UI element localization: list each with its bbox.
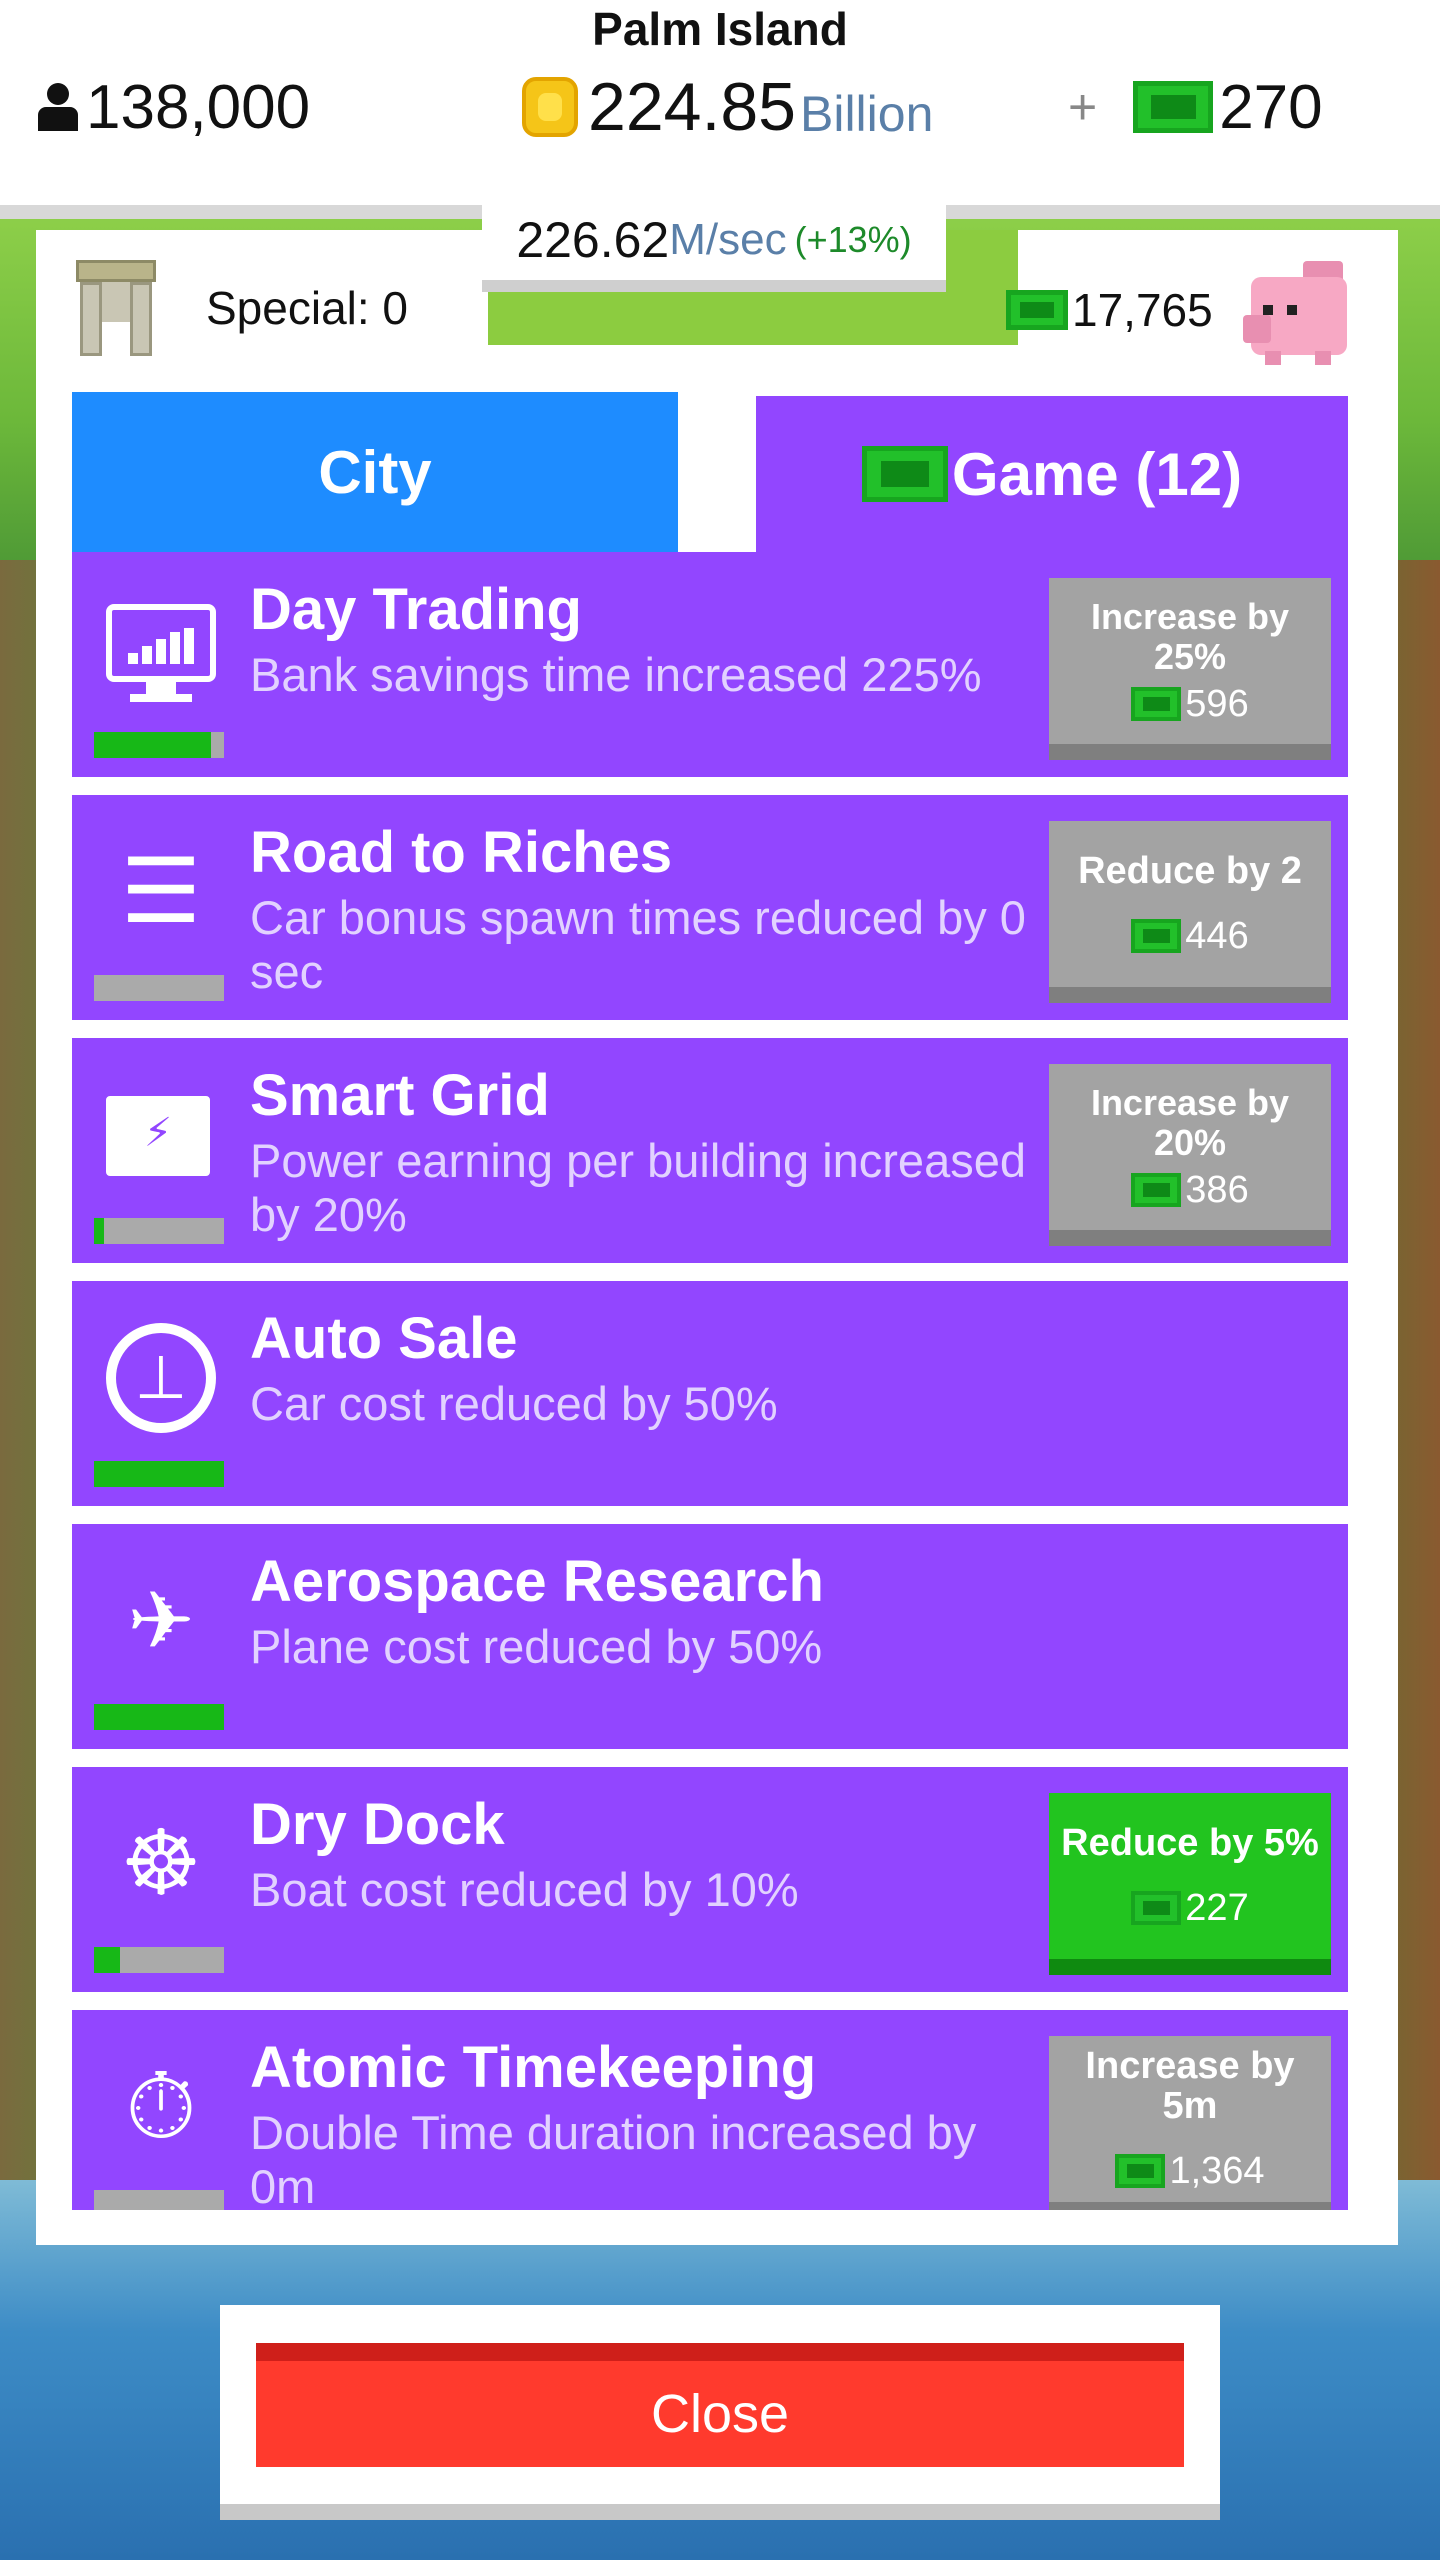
cash-value: 270	[1219, 72, 1323, 142]
tab-city-label: City	[318, 438, 432, 506]
coin-stack-icon: ☰	[120, 839, 202, 944]
price-bill-icon	[1131, 687, 1182, 721]
island-name: Palm Island	[592, 3, 848, 55]
upgrade-description: Car cost reduced by 50%	[250, 1377, 778, 1430]
bank-amount: 17,765	[1072, 284, 1213, 336]
battery-icon	[106, 1080, 216, 1190]
coin-icon	[522, 77, 578, 137]
add-cash-button[interactable]: +	[1068, 78, 1097, 136]
upgrade-name: Auto Sale	[250, 1306, 518, 1371]
upgrade-buy-button[interactable]: Reduce by 5% 227	[1049, 1793, 1331, 1975]
upgrade-progress-fill	[94, 1218, 105, 1244]
upgrade-description: Plane cost reduced by 50%	[250, 1620, 823, 1673]
upgrade-description: Boat cost reduced by 10%	[250, 1863, 799, 1916]
special-counter: Special: 0	[76, 248, 408, 368]
upgrade-buy-button[interactable]: Increase by 25% 596	[1049, 578, 1331, 760]
rate-value: 226.62	[516, 212, 670, 268]
price-bill-icon	[1115, 2154, 1166, 2188]
upgrade-progress-fill	[94, 732, 211, 758]
price-bill-icon	[1131, 1173, 1182, 1207]
upgrade-progress-bar	[94, 732, 224, 758]
upgrade-name: Dry Dock	[250, 1792, 505, 1857]
upgrade-price-value: 596	[1185, 682, 1249, 725]
upgrade-progress-bar	[94, 1704, 224, 1730]
upgrade-row: Day Trading Bank savings time increased 2…	[72, 552, 1348, 777]
rate-unit: M/sec	[669, 215, 787, 264]
plane-dial-icon: ✈	[127, 1574, 195, 1667]
upgrade-price-value: 446	[1185, 914, 1249, 957]
price-bill-icon	[1131, 1891, 1182, 1925]
tab-game-bill-icon	[861, 446, 948, 502]
upgrade-progress-bar	[94, 1461, 224, 1487]
coins-value: 224.85	[588, 69, 796, 145]
rate-bonus: (+13%)	[794, 219, 912, 260]
tab-game[interactable]: Game (12)	[756, 396, 1348, 552]
upgrade-price: 1,364	[1115, 2149, 1265, 2193]
top-hud: Palm Island 138,000 224.85 Billion + 270	[0, 0, 1440, 205]
coins-unit: Billion	[799, 86, 934, 142]
close-label: Close	[650, 2384, 790, 2444]
upgrade-description: Double Time duration increased by 0m	[250, 2106, 977, 2210]
upgrade-row: ☰ Road to Riches Car bonus spawn times red…	[72, 795, 1348, 1020]
bank-bill-icon	[1006, 290, 1068, 330]
steering-wheel-icon: ⊥	[106, 1323, 216, 1433]
upgrade-buy-button[interactable]: Increase by 20% 386	[1049, 1064, 1331, 1246]
upgrade-progress-fill	[94, 1947, 120, 1973]
special-label: Special: 0	[206, 282, 409, 334]
upgrade-name: Atomic Timekeeping	[250, 2035, 817, 2100]
upgrade-progress-bar	[94, 1947, 224, 1973]
upgrade-progress-fill	[94, 1704, 224, 1730]
upgrade-description: Car bonus spawn times reduced by 0 sec	[250, 891, 1026, 998]
population-value: 138,000	[86, 72, 311, 142]
piggy-bank-icon[interactable]	[1242, 255, 1353, 365]
price-bill-icon	[1131, 919, 1182, 953]
piggy-bank[interactable]: 17,765	[1006, 255, 1353, 365]
tab-game-label: Game (12)	[951, 440, 1243, 508]
upgrade-price-value: 227	[1185, 1886, 1249, 1929]
close-footer: Close	[220, 2305, 1220, 2520]
upgrade-row: ✈ Aerospace Research Plane cost reduced by…	[72, 1524, 1348, 1749]
monument-icon	[76, 260, 156, 356]
upgrade-button-label: Increase by 5m	[1085, 2044, 1295, 2127]
upgrade-row: ⊥ Auto Sale Car cost reduced by 50%	[72, 1281, 1348, 1506]
upgrade-price: 446	[1131, 914, 1249, 958]
upgrade-progress-bar	[94, 975, 224, 1001]
stopwatch-icon: ⏱	[125, 2053, 197, 2160]
tab-city[interactable]: City	[72, 392, 678, 552]
upgrade-button-label: Increase by 25%	[1090, 595, 1290, 677]
ship-wheel-icon: ☸	[120, 1811, 202, 1916]
upgrade-progress-bar	[94, 2190, 224, 2210]
upgrade-progress-fill	[94, 1461, 224, 1487]
upgrade-button-label: Increase by 20%	[1090, 1081, 1290, 1163]
upgrade-price-value: 1,364	[1169, 2149, 1265, 2192]
upgrade-price: 386	[1131, 1168, 1249, 1212]
monitor-chart-icon	[106, 594, 216, 704]
upgrade-buy-button[interactable]: Increase by 5m 1,364	[1049, 2036, 1331, 2210]
upgrade-price: 227	[1131, 1886, 1249, 1930]
upgrade-name: Smart Grid	[250, 1063, 550, 1128]
upgrade-row: ☸ Dry Dock Boat cost reduced by 10% Reduce …	[72, 1767, 1348, 1992]
upgrade-row: Smart GridPower earning per building inc…	[72, 1038, 1348, 1263]
upgrade-name: Road to Riches	[250, 820, 673, 885]
upgrade-name: Aerospace Research	[250, 1549, 824, 1614]
income-rate: 226.62 M/sec (+13%)	[482, 200, 946, 292]
upgrades-panel: Special: 0 17,765 City Game (12) Day Tra…	[36, 230, 1398, 2245]
upgrade-button-label: Reduce by 5%	[1061, 1821, 1319, 1864]
coins-counter: 224.85 Billion	[522, 69, 934, 145]
upgrade-button-label: Reduce by 2	[1078, 849, 1302, 892]
upgrade-name: Day Trading	[250, 577, 582, 642]
cash-bill-icon	[1133, 81, 1214, 133]
upgrade-row: ⏱ Atomic Timekeeping Double Time duration …	[72, 2010, 1348, 2210]
upgrade-progress-bar	[94, 1218, 224, 1244]
cash-counter[interactable]: + 270	[1068, 72, 1323, 142]
upgrade-description: Power earning per building increased by …	[250, 1134, 1026, 1241]
upgrade-price: 596	[1131, 682, 1249, 726]
upgrade-buy-button[interactable]: Reduce by 2 446	[1049, 821, 1331, 1003]
person-icon	[36, 81, 80, 133]
upgrade-description: Bank savings time increased 225%	[250, 648, 982, 701]
upgrade-price-value: 386	[1185, 1168, 1249, 1211]
upgrade-list[interactable]: Day Trading Bank savings time increased 2…	[72, 552, 1348, 2210]
close-button[interactable]: Close	[256, 2343, 1184, 2467]
population-counter: 138,000	[36, 72, 310, 142]
